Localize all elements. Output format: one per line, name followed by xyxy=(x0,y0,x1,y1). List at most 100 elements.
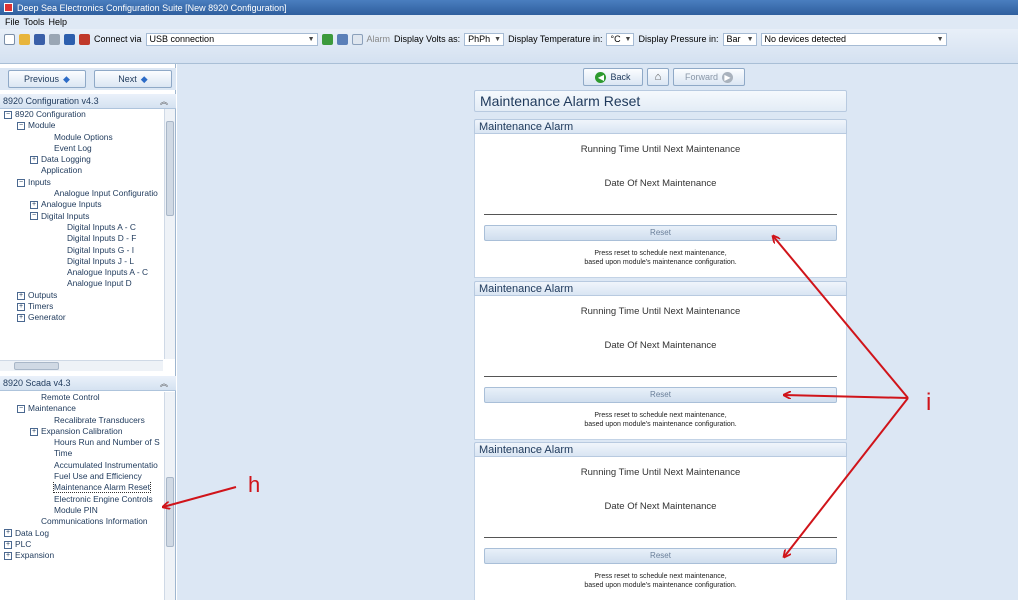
tree-item[interactable]: Analogue Input D xyxy=(0,278,163,289)
devices-select[interactable]: No devices detected ▼ xyxy=(760,32,947,46)
print-icon[interactable] xyxy=(49,33,60,45)
collapse-icon[interactable]: ︽ xyxy=(160,96,168,107)
tree-item[interactable]: Module Options xyxy=(0,132,163,143)
tree-item-label: Digital Inputs G - I xyxy=(67,244,135,255)
forward-button[interactable]: Forward ▶ xyxy=(673,68,745,86)
maintenance-alarm-panel: Maintenance Alarm Running Time Until Next… xyxy=(474,281,847,440)
tree-item[interactable]: − Maintenance xyxy=(0,403,163,414)
disconnect-icon[interactable] xyxy=(79,33,90,45)
collapse-icon[interactable]: ︽ xyxy=(160,378,168,389)
reset-button[interactable]: Reset xyxy=(484,548,837,564)
tree-item-label: Remote Control xyxy=(41,392,100,402)
connect-via-label: Connect via xyxy=(94,34,142,44)
scada-tree-header[interactable]: 8920 Scada v4.3 ︽ xyxy=(0,376,176,391)
connection-select[interactable]: USB connection ▼ xyxy=(145,32,318,46)
maintenance-alarm-panel: Maintenance Alarm Running Time Until Next… xyxy=(474,119,847,278)
tree-item[interactable]: Event Log xyxy=(0,143,163,154)
tree-item-label: Analogue Inputs A - C xyxy=(67,267,149,278)
reset-button[interactable]: Reset xyxy=(484,387,837,403)
scroll-thumb[interactable] xyxy=(14,362,59,370)
tree-item[interactable]: + Expansion xyxy=(0,550,163,561)
tree-item[interactable]: Maintenance Alarm Reset xyxy=(0,482,163,494)
expand-icon[interactable]: + xyxy=(30,155,38,164)
expand-icon[interactable]: + xyxy=(17,314,25,323)
expand-icon[interactable]: + xyxy=(4,540,12,549)
tree-item[interactable]: + Outputs xyxy=(0,290,163,301)
home-button[interactable]: ⌂ xyxy=(647,68,669,86)
back-button[interactable]: ◀ Back xyxy=(583,68,643,86)
open-folder-icon[interactable] xyxy=(19,33,30,45)
tree-item[interactable]: Digital Inputs D - F xyxy=(0,233,163,244)
chevron-down-icon: ▼ xyxy=(494,35,502,43)
expand-icon[interactable]: + xyxy=(17,302,25,311)
config-tree: −8920 Configuration − Module Module Options… xyxy=(0,109,163,359)
alarm-icon[interactable] xyxy=(351,33,363,45)
chevron-down-icon: ▼ xyxy=(936,35,944,43)
tree-item-label: Digital Inputs J - L xyxy=(67,255,135,266)
save-icon[interactable] xyxy=(34,33,45,45)
collapse-icon[interactable]: − xyxy=(17,122,25,131)
collapse-icon[interactable]: − xyxy=(17,178,25,187)
tree-item[interactable]: Analogue Inputs A - C xyxy=(0,267,163,278)
tree-item[interactable]: + Data Logging xyxy=(0,154,163,165)
alarm-label[interactable]: Alarm xyxy=(367,34,391,44)
collapse-icon[interactable]: − xyxy=(30,212,38,221)
connect-icon[interactable] xyxy=(64,33,75,45)
tree-item-label: Inputs xyxy=(28,176,51,187)
config-tree-hscroll[interactable] xyxy=(0,360,163,371)
scada-tree-title: 8920 Scada v4.3 xyxy=(3,378,71,388)
tree-item[interactable]: Remote Control xyxy=(0,392,163,403)
tree-item[interactable]: Time xyxy=(0,448,163,459)
date-label: Date Of Next Maintenance xyxy=(604,178,717,189)
tree-item[interactable]: Digital Inputs A - C xyxy=(0,222,163,233)
collapse-icon[interactable]: − xyxy=(4,110,12,119)
next-button[interactable]: Next ◆ xyxy=(94,70,172,88)
menu-help[interactable]: Help xyxy=(49,17,68,27)
tree-item[interactable]: −8920 Configuration xyxy=(0,109,163,120)
tree-item-label: Expansion xyxy=(15,550,55,561)
tree-item[interactable]: Module PIN xyxy=(0,505,163,516)
tree-item[interactable]: − Inputs xyxy=(0,177,163,188)
reset-note-line2: based upon module's maintenance configur… xyxy=(584,259,737,266)
tree-item[interactable]: Accumulated Instrumentatio xyxy=(0,460,163,471)
chart-icon[interactable] xyxy=(336,33,348,45)
tree-item[interactable]: Analogue Input Configuratio xyxy=(0,188,163,199)
tree-item[interactable]: + Timers xyxy=(0,301,163,312)
tree-item[interactable]: + Generator xyxy=(0,312,163,323)
volts-select[interactable]: PhPh ▼ xyxy=(464,32,505,46)
previous-button[interactable]: Previous ◆ xyxy=(8,70,86,88)
tree-item[interactable]: − Module xyxy=(0,120,163,131)
expand-icon[interactable]: + xyxy=(30,427,38,436)
tree-item[interactable]: Hours Run and Number of S xyxy=(0,437,163,448)
expand-icon[interactable]: + xyxy=(4,529,12,538)
expand-icon[interactable]: + xyxy=(30,201,38,210)
pressure-select[interactable]: Bar ▼ xyxy=(722,32,757,46)
tree-item[interactable]: Digital Inputs J - L xyxy=(0,256,163,267)
menu-file[interactable]: File xyxy=(5,17,20,27)
tree-item[interactable]: Electronic Engine Controls xyxy=(0,494,163,505)
scroll-thumb[interactable] xyxy=(166,121,174,216)
collapse-icon[interactable]: − xyxy=(17,405,25,414)
tree-item[interactable]: Communications Information xyxy=(0,516,163,527)
scroll-thumb[interactable] xyxy=(166,477,174,547)
tree-item[interactable]: + Analogue Inputs xyxy=(0,199,163,210)
temperature-select[interactable]: °C ▼ xyxy=(606,32,635,46)
reset-button[interactable]: Reset xyxy=(484,225,837,241)
tree-item[interactable]: + Expansion Calibration xyxy=(0,426,163,437)
menu-tools[interactable]: Tools xyxy=(24,17,45,27)
config-tree-header[interactable]: 8920 Configuration v4.3 ︽ xyxy=(0,94,176,109)
tree-item[interactable]: Fuel Use and Efficiency xyxy=(0,471,163,482)
tree-item[interactable]: + PLC xyxy=(0,539,163,550)
scada-icon[interactable] xyxy=(321,33,333,45)
tree-item[interactable]: + Data Log xyxy=(0,528,163,539)
tree-item[interactable]: Application xyxy=(0,165,163,176)
expand-icon[interactable]: + xyxy=(17,291,25,300)
config-tree-vscroll[interactable] xyxy=(164,109,175,359)
page-title: Maintenance Alarm Reset xyxy=(474,90,847,112)
scada-tree-vscroll[interactable] xyxy=(164,392,175,600)
tree-item[interactable]: − Digital Inputs xyxy=(0,211,163,222)
new-file-icon[interactable] xyxy=(4,33,15,45)
tree-item[interactable]: Recalibrate Transducers xyxy=(0,415,163,426)
expand-icon[interactable]: + xyxy=(4,551,12,560)
tree-item[interactable]: Digital Inputs G - I xyxy=(0,245,163,256)
